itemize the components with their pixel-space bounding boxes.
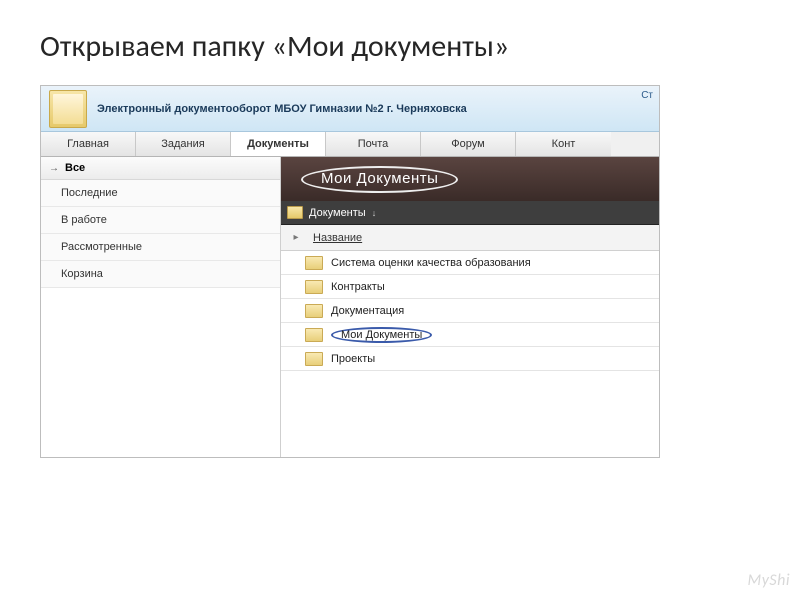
folder-icon [305,328,323,342]
app-header-title: Электронный документооборот МБОУ Гимнази… [97,103,467,115]
folder-icon [287,206,303,219]
folder-icon [49,90,87,128]
folder-row[interactable]: Система оценки качества образования [281,251,659,275]
sidebar-item-inwork[interactable]: В работе [41,207,280,234]
tab-contacts[interactable]: Конт [516,132,611,156]
breadcrumb[interactable]: Документы ↓ [281,201,659,225]
sidebar-item-trash[interactable]: Корзина [41,261,280,288]
folder-name: Документация [331,305,404,317]
folder-name: Контракты [331,281,385,293]
watermark: MyShi [748,571,790,590]
sidebar-header[interactable]: → Все [41,157,280,180]
sidebar-item-recent[interactable]: Последние [41,180,280,207]
folder-row[interactable]: Мои Документы [281,323,659,347]
expand-icon[interactable]: ▸ [287,232,305,243]
main-panel: Мои Документы Документы ↓ ▸ Название Сис… [281,157,659,457]
tab-mail[interactable]: Почта [326,132,421,156]
tab-home[interactable]: Главная [41,132,136,156]
folder-row[interactable]: Документация [281,299,659,323]
header-right-fragment: Ст [641,90,653,101]
folder-icon [305,352,323,366]
column-header-row: ▸ Название [281,225,659,251]
panel-header: Мои Документы [281,157,659,201]
tab-documents[interactable]: Документы [231,132,326,156]
arrow-right-icon: → [49,163,59,174]
nav-tabs: Главная Задания Документы Почта Форум Ко… [41,132,659,157]
folder-row[interactable]: Контракты [281,275,659,299]
tab-forum[interactable]: Форум [421,132,516,156]
content-area: → Все Последние В работе Рассмотренные К… [41,157,659,457]
folder-name: Система оценки качества образования [331,257,531,269]
folder-icon [305,256,323,270]
breadcrumb-label: Документы [309,207,366,219]
slide-title: Открываем папку «Мои документы» [0,0,800,85]
folder-icon [305,280,323,294]
sidebar-header-label: Все [65,162,85,174]
app-header: Электронный документооборот МБОУ Гимнази… [41,86,659,132]
sidebar: → Все Последние В работе Рассмотренные К… [41,157,281,457]
folder-row[interactable]: Проекты [281,347,659,371]
sidebar-item-reviewed[interactable]: Рассмотренные [41,234,280,261]
column-name[interactable]: Название [305,232,362,244]
panel-title: Мои Документы [301,166,458,193]
tab-tasks[interactable]: Задания [136,132,231,156]
highlighted-folder-name: Мои Документы [331,327,432,343]
folder-name: Проекты [331,353,375,365]
app-window: Электронный документооборот МБОУ Гимнази… [40,85,660,458]
chevron-down-icon: ↓ [372,208,377,218]
folder-icon [305,304,323,318]
